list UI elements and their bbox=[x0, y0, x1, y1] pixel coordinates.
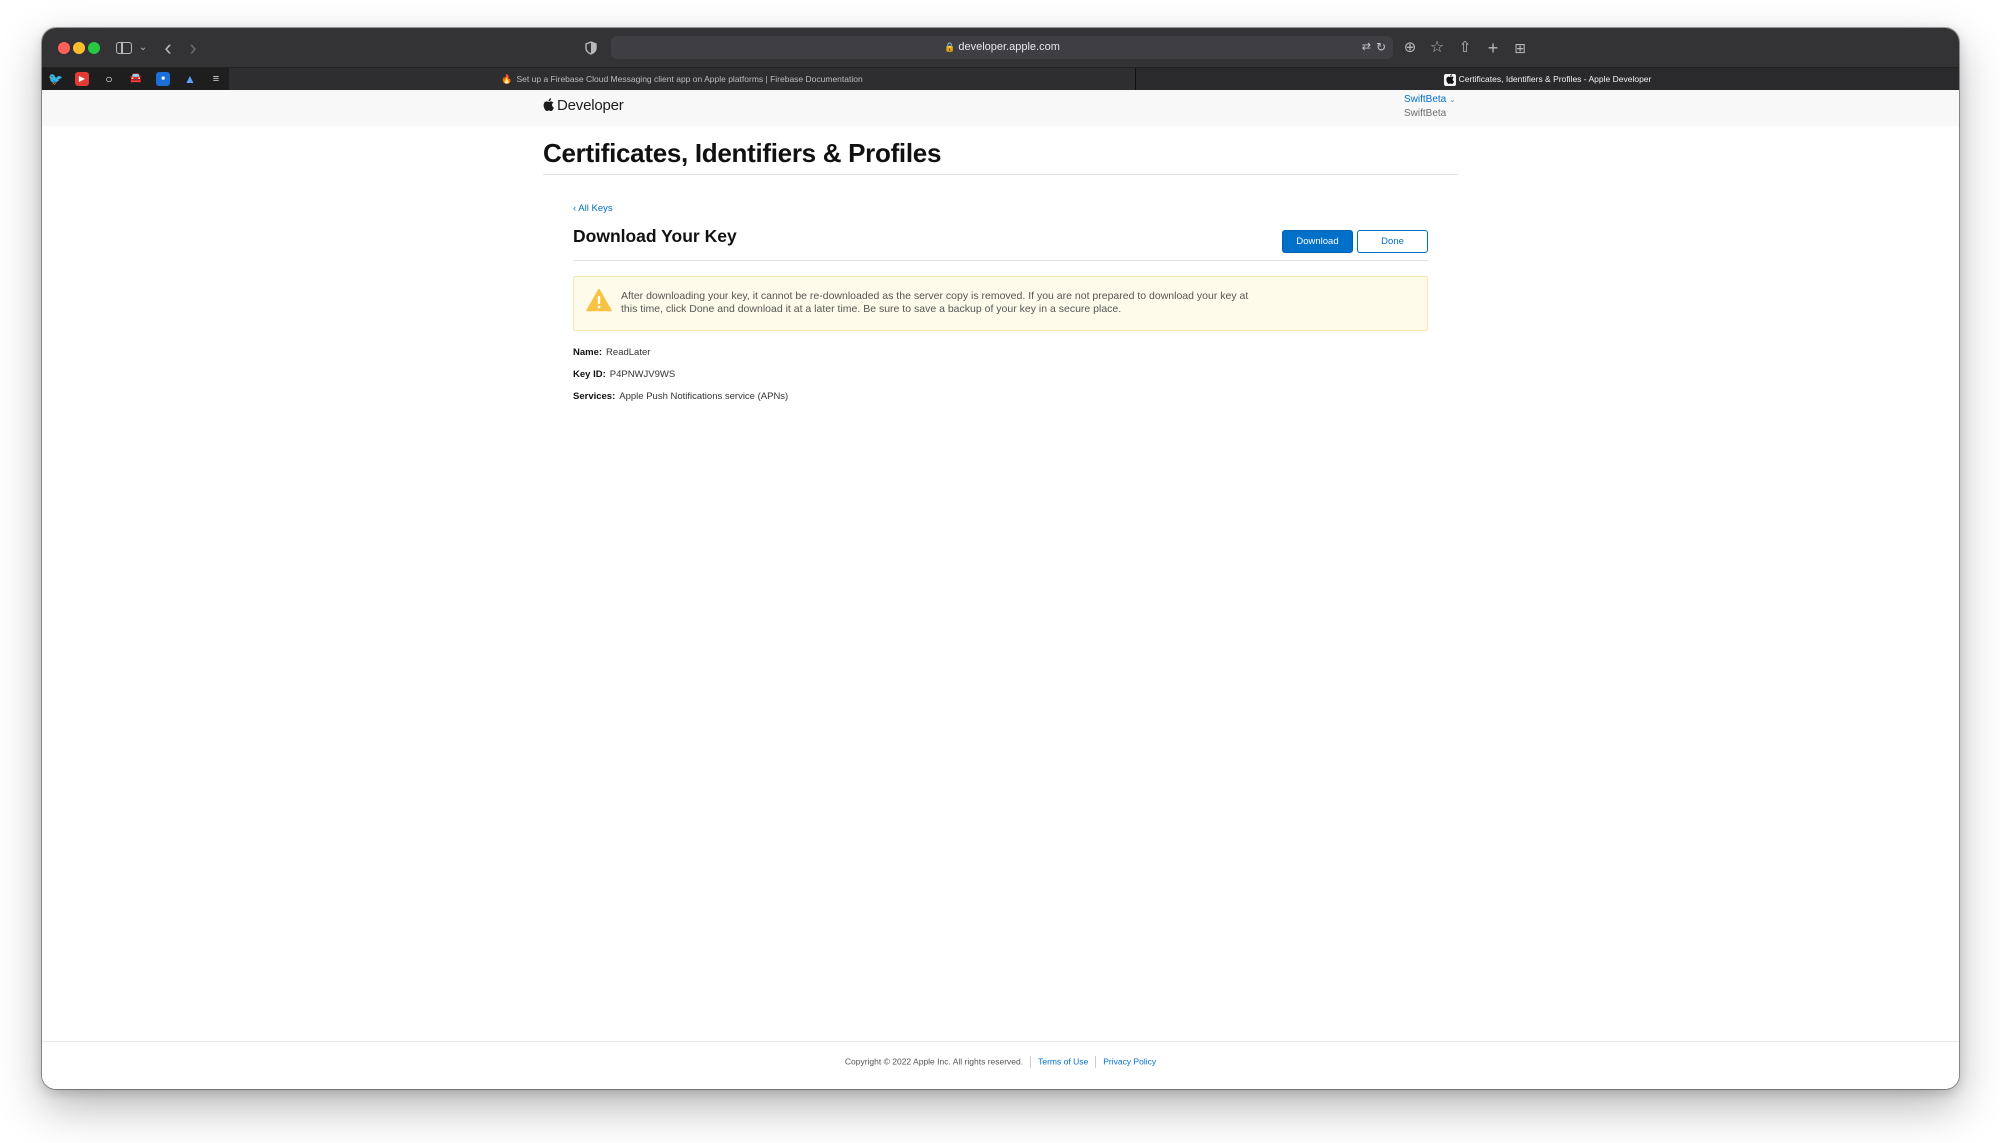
key-name-value: ReadLater bbox=[606, 347, 651, 358]
stack-icon[interactable]: ≡ bbox=[209, 72, 223, 86]
account-team: SwiftBeta bbox=[1404, 108, 1447, 119]
close-window-button[interactable] bbox=[58, 42, 70, 54]
tab-title: Set up a Firebase Cloud Messaging client… bbox=[516, 74, 863, 84]
warning-icon bbox=[586, 288, 612, 312]
warning-text: After downloading your key, it cannot be… bbox=[621, 290, 1249, 315]
key-name-row: Name: ReadLater bbox=[573, 347, 650, 358]
tab-overview-icon[interactable]: ⊞ bbox=[1512, 36, 1528, 60]
section-divider bbox=[573, 260, 1428, 261]
footer-separator bbox=[1095, 1056, 1097, 1068]
title-divider bbox=[543, 174, 1458, 175]
zoom-window-button[interactable] bbox=[88, 42, 100, 54]
key-id-value: P4PNWJV9WS bbox=[609, 369, 676, 380]
privacy-shield-icon[interactable] bbox=[583, 36, 599, 60]
web-page: Developer SwiftBeta ⌄ SwiftBeta Certific… bbox=[42, 90, 1959, 1089]
twitter-icon[interactable]: 🐦 bbox=[48, 72, 63, 86]
key-id-row: Key ID: P4PNWJV9WS bbox=[573, 369, 675, 380]
privacy-policy-link[interactable]: Privacy Policy bbox=[1103, 1056, 1156, 1066]
tab-bar: 🐦 ▶ ○ 🚘 ■ ▲ ≡ 🔥 Set up a Firebase Cloud M… bbox=[42, 68, 1959, 90]
new-tab-icon[interactable]: + bbox=[1485, 36, 1501, 60]
download-button[interactable]: Download bbox=[1282, 230, 1353, 253]
account-menu[interactable]: SwiftBeta ⌄ SwiftBeta bbox=[1404, 93, 1524, 121]
address-bar[interactable]: 🔒 developer.apple.com ⇄ ↻ bbox=[611, 36, 1393, 59]
all-keys-link[interactable]: ‹ All Keys bbox=[573, 203, 613, 214]
minimize-window-button[interactable] bbox=[73, 42, 85, 54]
browser-toolbar: ⌄ ‹ › 🔒 developer.apple.com ⇄ ↻ ⊕ ☆ ⇧ + ⊞ bbox=[42, 28, 1959, 68]
global-nav: Developer SwiftBeta ⌄ SwiftBeta bbox=[42, 90, 1959, 126]
triangle-app-icon[interactable]: ▲ bbox=[183, 72, 197, 86]
lock-icon: 🔒 bbox=[944, 42, 956, 52]
apple-icon bbox=[1443, 73, 1456, 86]
translate-icon[interactable]: ⇄ bbox=[1362, 36, 1371, 59]
car-icon[interactable]: 🚘 bbox=[129, 72, 143, 86]
key-services-label: Services: bbox=[573, 391, 616, 402]
sidebar-toggle-icon[interactable] bbox=[116, 42, 132, 54]
url-text: developer.apple.com bbox=[958, 41, 1060, 53]
browser-window: ⌄ ‹ › 🔒 developer.apple.com ⇄ ↻ ⊕ ☆ ⇧ + ⊞… bbox=[42, 28, 1959, 1089]
tab-apple-developer[interactable]: Certificates, Identifiers & Profiles - A… bbox=[1135, 68, 1959, 90]
key-id-label: Key ID: bbox=[573, 369, 606, 380]
copyright-text: Copyright © 2022 Apple Inc. All rights r… bbox=[844, 1056, 1024, 1067]
apple-logo-icon bbox=[543, 98, 554, 111]
blue-app-icon[interactable]: ■ bbox=[156, 72, 170, 86]
youtube-icon[interactable]: ▶ bbox=[75, 72, 89, 86]
star-icon[interactable]: ☆ bbox=[1429, 36, 1445, 60]
page-footer: Copyright © 2022 Apple Inc. All rights r… bbox=[42, 1041, 1959, 1089]
section-title: Download Your Key bbox=[573, 226, 737, 246]
circle-icon[interactable]: ○ bbox=[102, 72, 116, 86]
chevron-down-icon[interactable]: ⌄ bbox=[137, 36, 149, 60]
account-name[interactable]: SwiftBeta bbox=[1404, 94, 1446, 105]
key-services-row: Services: Apple Push Notifications servic… bbox=[573, 391, 788, 402]
tab-firebase-docs[interactable]: 🔥 Set up a Firebase Cloud Messaging clien… bbox=[229, 68, 1135, 90]
key-services-value: Apple Push Notifications service (APNs) bbox=[619, 391, 789, 402]
developer-logo-text: Developer bbox=[557, 97, 624, 114]
tab-title: Certificates, Identifiers & Profiles - A… bbox=[1458, 74, 1652, 84]
warning-banner: After downloading your key, it cannot be… bbox=[573, 276, 1428, 331]
firebase-icon: 🔥 bbox=[501, 74, 513, 84]
reload-icon[interactable]: ↻ bbox=[1376, 36, 1386, 59]
all-keys-label: All Keys bbox=[578, 203, 613, 214]
terms-of-use-link[interactable]: Terms of Use bbox=[1038, 1056, 1088, 1066]
developer-logo[interactable]: Developer bbox=[543, 96, 624, 116]
key-name-label: Name: bbox=[573, 347, 603, 358]
page-title: Certificates, Identifiers & Profiles bbox=[543, 138, 942, 168]
chevron-down-icon[interactable]: ⌄ bbox=[1449, 95, 1456, 104]
done-button[interactable]: Done bbox=[1357, 230, 1428, 253]
forward-button[interactable]: › bbox=[185, 36, 201, 60]
footer-separator bbox=[1030, 1056, 1032, 1068]
share-icon[interactable]: ⇧ bbox=[1457, 36, 1473, 60]
downloads-icon[interactable]: ⊕ bbox=[1402, 36, 1418, 60]
back-button[interactable]: ‹ bbox=[160, 36, 176, 60]
